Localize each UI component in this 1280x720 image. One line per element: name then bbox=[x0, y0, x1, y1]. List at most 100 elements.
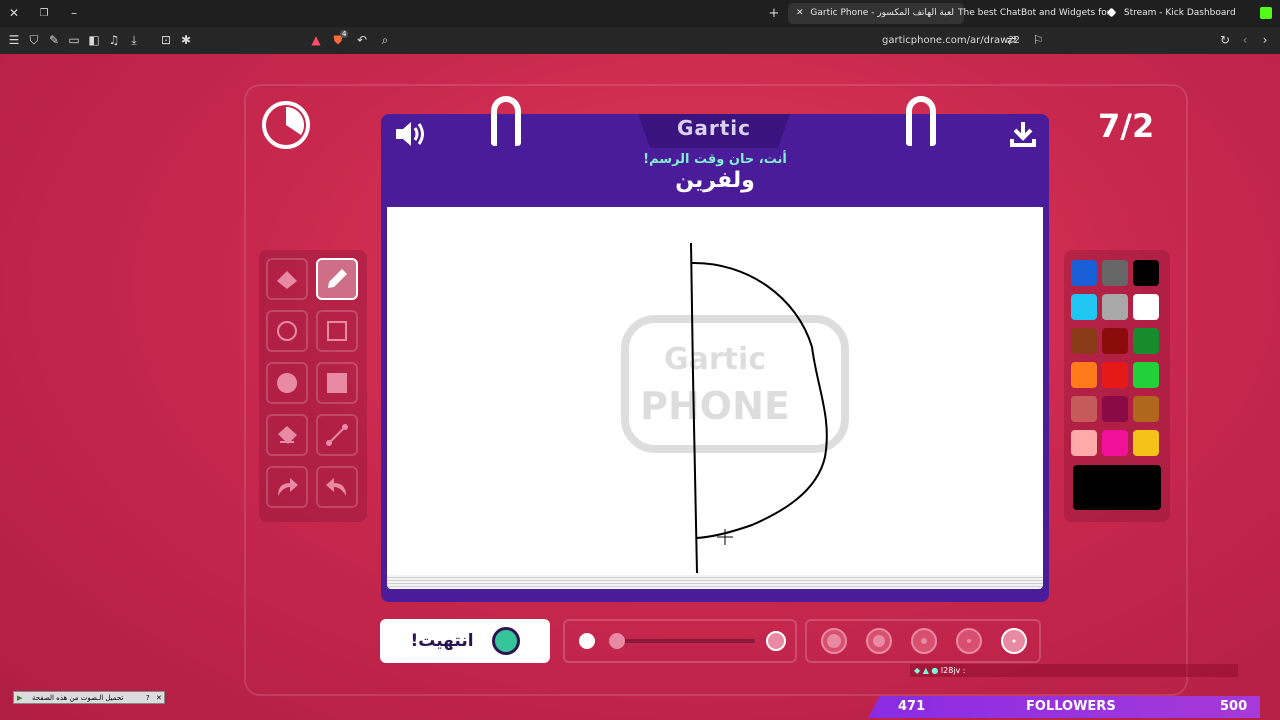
square-outline-tool[interactable] bbox=[316, 310, 358, 352]
color-swatch[interactable] bbox=[1102, 294, 1128, 320]
check-icon bbox=[491, 627, 520, 655]
bookmark-icon[interactable]: ⚐ bbox=[1028, 27, 1048, 54]
fill-tool[interactable] bbox=[266, 414, 308, 456]
pin-icon[interactable]: ✎ bbox=[44, 27, 64, 54]
binder-ring-right bbox=[906, 96, 936, 146]
menu-icon[interactable]: ☰ bbox=[4, 27, 24, 54]
color-swatch[interactable] bbox=[1102, 328, 1128, 354]
circle-outline-icon bbox=[277, 321, 297, 341]
color-swatch[interactable] bbox=[1102, 396, 1128, 422]
back-history-icon[interactable]: ↶ bbox=[352, 27, 372, 54]
circle-outline-tool[interactable] bbox=[266, 310, 308, 352]
tab-kick-dashboard[interactable]: Stream - Kick Dashboard bbox=[1096, 3, 1262, 24]
svg-text:Gartic: Gartic bbox=[664, 342, 766, 377]
color-swatch[interactable] bbox=[1102, 260, 1128, 286]
window-icon[interactable]: ▭ bbox=[64, 27, 84, 54]
draw-word: ولفرين bbox=[675, 168, 755, 193]
sound-icon[interactable] bbox=[393, 119, 427, 149]
done-button[interactable]: انتهيت! bbox=[380, 619, 550, 663]
current-color-swatch[interactable] bbox=[1073, 465, 1161, 510]
color-swatch[interactable] bbox=[1102, 430, 1128, 456]
square-filled-icon bbox=[327, 373, 347, 393]
color-swatch[interactable] bbox=[1133, 328, 1159, 354]
followers-current: 471 bbox=[898, 699, 926, 714]
round-counter: 7/2 bbox=[1098, 107, 1155, 145]
music-icon[interactable]: ♫ bbox=[104, 27, 124, 54]
line-tool[interactable] bbox=[316, 414, 358, 456]
tab-label: The best ChatBot and Widgets for Kick bbox=[958, 8, 1108, 18]
close-notice-icon[interactable]: ✕ bbox=[156, 692, 162, 705]
color-swatch[interactable] bbox=[1071, 260, 1097, 286]
help-icon[interactable]: ? bbox=[146, 692, 150, 705]
browser-toolbar: ☰ ⛉ ✎ ▭ ◧ ♫ ⤓ ⊡ ✱ ▲ ⛊ 4 ↶ ⌕ garticphone.… bbox=[0, 27, 1280, 54]
color-swatch[interactable] bbox=[1071, 396, 1097, 422]
sidebar-icon[interactable]: ◧ bbox=[84, 27, 104, 54]
color-swatch[interactable] bbox=[1071, 294, 1097, 320]
eraser-tool[interactable] bbox=[266, 258, 308, 300]
site-settings-icon[interactable]: ⇄ bbox=[1002, 27, 1022, 54]
screenshot-icon[interactable]: ⊡ bbox=[156, 27, 176, 54]
extensions-icon[interactable]: ✱ bbox=[176, 27, 196, 54]
color-swatch[interactable] bbox=[1102, 362, 1128, 388]
chat-overlay: ◆ ▲ ● l28jv : bbox=[910, 664, 1238, 677]
paint-bucket-icon bbox=[278, 426, 297, 444]
timer-icon bbox=[262, 101, 310, 149]
shield-icon[interactable]: ⛉ bbox=[24, 27, 44, 54]
redo-icon bbox=[278, 478, 298, 496]
kick-extension-icon[interactable] bbox=[1260, 7, 1272, 19]
chat-badges-icon: ◆ ▲ ● bbox=[914, 666, 939, 675]
downloads-icon[interactable]: ⤓ bbox=[124, 27, 144, 54]
color-swatch[interactable] bbox=[1071, 362, 1097, 388]
stroke-size-options[interactable] bbox=[805, 619, 1041, 663]
download-icon[interactable] bbox=[1008, 119, 1038, 149]
zoom-icon[interactable]: ⌕ bbox=[375, 27, 395, 54]
brush-size-slider[interactable] bbox=[563, 619, 797, 663]
back-icon[interactable]: ‹ bbox=[1235, 27, 1255, 54]
binder-ring-left bbox=[491, 96, 521, 146]
color-swatch[interactable] bbox=[1133, 396, 1159, 422]
warning-icon[interactable]: ▲ bbox=[306, 27, 326, 54]
followers-goal: 500 bbox=[1220, 699, 1248, 714]
draw-prompt: أنت، حان وقت الرسم! bbox=[643, 152, 787, 167]
gartic-logo: Gartic bbox=[676, 116, 752, 140]
color-swatch[interactable] bbox=[1133, 362, 1159, 388]
circle-filled-tool[interactable] bbox=[266, 362, 308, 404]
address-bar[interactable]: garticphone.com/ar/draw?2 bbox=[882, 27, 1020, 54]
tab-gartic-phone[interactable]: ✕ Gartic Phone - لعبة الهاتف المكسور bbox=[788, 3, 964, 24]
color-swatch[interactable] bbox=[1071, 430, 1097, 456]
color-swatch[interactable] bbox=[1133, 430, 1159, 456]
canvas-page-edge bbox=[387, 575, 1043, 589]
color-swatch[interactable] bbox=[1133, 294, 1159, 320]
restore-window-icon[interactable]: ❐ bbox=[34, 0, 54, 27]
sound-notice-text: تحميل الـصوت من هذه الصفحة bbox=[32, 694, 124, 702]
pencil-icon bbox=[328, 269, 347, 288]
tab-label: Gartic Phone - لعبة الهاتف المكسور bbox=[810, 8, 955, 18]
tools-panel bbox=[259, 250, 367, 522]
kick-favicon-icon bbox=[1106, 7, 1117, 18]
redo-tool[interactable] bbox=[266, 466, 308, 508]
chat-message: l28jv : bbox=[940, 666, 966, 675]
play-icon[interactable]: ▶ bbox=[17, 692, 22, 705]
followers-label: FOLLOWERS bbox=[1026, 699, 1116, 714]
color-swatch[interactable] bbox=[1133, 260, 1159, 286]
done-label: انتهيت! bbox=[410, 631, 474, 651]
reload-icon[interactable]: ↻ bbox=[1215, 27, 1235, 54]
tab-chatbot[interactable]: The best ChatBot and Widgets for Kick bbox=[950, 3, 1108, 24]
square-filled-tool[interactable] bbox=[316, 362, 358, 404]
followers-goal-bar: 471 FOLLOWERS 500 bbox=[868, 696, 1260, 718]
size-slider-thumb bbox=[609, 633, 625, 649]
tab-close-icon[interactable]: ✕ bbox=[796, 8, 804, 18]
new-tab-icon[interactable]: + bbox=[764, 0, 784, 27]
size-large-icon bbox=[766, 631, 786, 651]
minimize-window-icon[interactable]: – bbox=[64, 0, 84, 27]
forward-icon[interactable]: › bbox=[1255, 27, 1275, 54]
undo-tool[interactable] bbox=[316, 466, 358, 508]
browser-tab-bar: ✕ ❐ – + ✕ Gartic Phone - لعبة الهاتف الم… bbox=[0, 0, 1280, 27]
gartic-watermark: Gartic PHONE bbox=[621, 315, 849, 453]
square-outline-icon bbox=[327, 321, 347, 341]
color-swatch[interactable] bbox=[1071, 328, 1097, 354]
close-window-icon[interactable]: ✕ bbox=[4, 0, 24, 27]
pencil-tool[interactable] bbox=[316, 258, 358, 300]
drawing-canvas[interactable]: Gartic PHONE bbox=[387, 207, 1043, 575]
eraser-icon bbox=[277, 271, 297, 289]
